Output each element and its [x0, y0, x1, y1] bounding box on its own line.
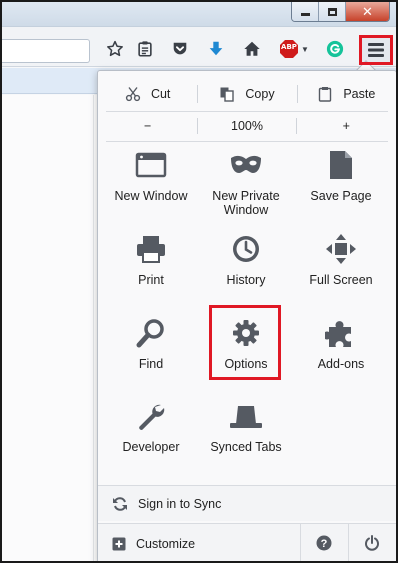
browser-window: ✕ ABP ▼ Cut Copy Paste − 100% + New Wind…: [0, 0, 398, 563]
synced-tabs-icon: [228, 398, 264, 434]
printer-icon: [133, 231, 169, 267]
zoom-controls: − 100% +: [98, 113, 396, 139]
main-menu-panel: Cut Copy Paste − 100% + New Window New P…: [97, 70, 396, 561]
cut-label: Cut: [150, 87, 171, 101]
menu-item-label: Synced Tabs: [210, 440, 282, 454]
window-controls: ✕: [291, 2, 390, 22]
fullscreen-icon: [323, 231, 359, 267]
page-content-left: [2, 95, 94, 561]
chevron-down-icon: ▼: [301, 44, 309, 54]
maximize-icon: [327, 7, 337, 16]
synced-tabs-button[interactable]: Synced Tabs: [201, 398, 291, 454]
new-window-button[interactable]: New Window: [106, 147, 196, 203]
copy-icon: [220, 87, 235, 102]
menu-item-label: Save Page: [310, 189, 372, 203]
minimize-button[interactable]: [292, 2, 319, 21]
divider: [106, 141, 388, 142]
menu-item-label: History: [226, 273, 266, 287]
close-icon: ✕: [362, 3, 373, 19]
download-arrow-icon: [209, 41, 223, 56]
copy-button[interactable]: Copy: [197, 79, 296, 109]
paste-label: Paste: [343, 87, 376, 101]
zoom-out-button[interactable]: −: [98, 113, 197, 139]
magnifier-icon: [133, 315, 169, 351]
power-icon: [364, 535, 379, 551]
pocket-icon: [173, 42, 187, 55]
customize-label: Customize: [136, 536, 196, 551]
zoom-in-label: +: [342, 119, 350, 133]
url-bar[interactable]: [2, 39, 90, 63]
menu-item-label: New Window: [114, 189, 188, 203]
reading-list-button[interactable]: [133, 37, 157, 61]
mask-icon: [228, 147, 264, 183]
grammarly-button[interactable]: [323, 37, 347, 61]
menu-item-label: Full Screen: [309, 273, 373, 287]
bookmark-star-button[interactable]: [103, 37, 127, 61]
title-bar: ✕: [2, 2, 396, 27]
minimize-icon: [300, 13, 310, 16]
developer-button[interactable]: Developer: [106, 398, 196, 454]
clock-icon: [228, 231, 264, 267]
add-ons-button[interactable]: Add-ons: [296, 315, 386, 371]
zoom-reset-button[interactable]: 100%: [197, 113, 297, 139]
quit-button[interactable]: [348, 523, 394, 561]
home-icon: [244, 41, 260, 56]
wrench-icon: [133, 398, 169, 434]
divider: [106, 111, 388, 112]
adblock-plus-button[interactable]: ABP ▼: [276, 37, 312, 61]
paste-icon: [319, 87, 332, 102]
zoom-in-button[interactable]: +: [297, 113, 396, 139]
sync-label: Sign in to Sync: [138, 496, 222, 511]
document-icon: [323, 147, 359, 183]
menu-item-label: Developer: [122, 440, 180, 454]
find-button[interactable]: Find: [106, 315, 196, 371]
print-button[interactable]: Print: [106, 231, 196, 287]
close-button[interactable]: ✕: [346, 2, 389, 21]
home-button[interactable]: [240, 37, 264, 61]
menu-item-label: Add-ons: [317, 357, 365, 371]
plus-box-icon: [112, 537, 126, 550]
zoom-out-label: −: [144, 119, 152, 133]
full-screen-button[interactable]: Full Screen: [296, 231, 386, 287]
sign-in-to-sync-button[interactable]: Sign in to Sync: [98, 485, 396, 521]
new-private-window-button[interactable]: New Private Window: [201, 147, 291, 217]
edit-controls: Cut Copy Paste: [98, 79, 396, 109]
hamburger-menu-icon: [368, 43, 384, 57]
history-button[interactable]: History: [201, 231, 291, 287]
save-page-button[interactable]: Save Page: [296, 147, 386, 203]
zoom-level: 100%: [231, 119, 263, 133]
menu-item-label: New Private Window: [212, 189, 280, 217]
downloads-button[interactable]: [204, 37, 228, 61]
cut-button[interactable]: Cut: [98, 79, 197, 109]
pocket-button[interactable]: [168, 37, 192, 61]
sync-icon: [113, 496, 127, 511]
svg-text:?: ?: [320, 538, 327, 550]
options-highlight-box: [209, 305, 281, 380]
abp-label: ABP: [281, 43, 297, 51]
menu-item-label: Find: [138, 357, 164, 371]
copy-label: Copy: [245, 87, 275, 101]
grammarly-icon: [326, 40, 344, 58]
maximize-button[interactable]: [319, 2, 346, 21]
navigation-toolbar: ABP ▼: [2, 27, 396, 67]
menu-item-label: Print: [138, 273, 164, 287]
star-icon: [107, 40, 123, 57]
help-button[interactable]: ?: [300, 523, 346, 561]
help-icon: ?: [316, 535, 331, 551]
new-window-icon: [133, 147, 169, 183]
scissors-icon: [125, 87, 141, 102]
clipboard-icon: [138, 41, 152, 57]
paste-button[interactable]: Paste: [296, 79, 396, 109]
puzzle-icon: [323, 315, 359, 351]
